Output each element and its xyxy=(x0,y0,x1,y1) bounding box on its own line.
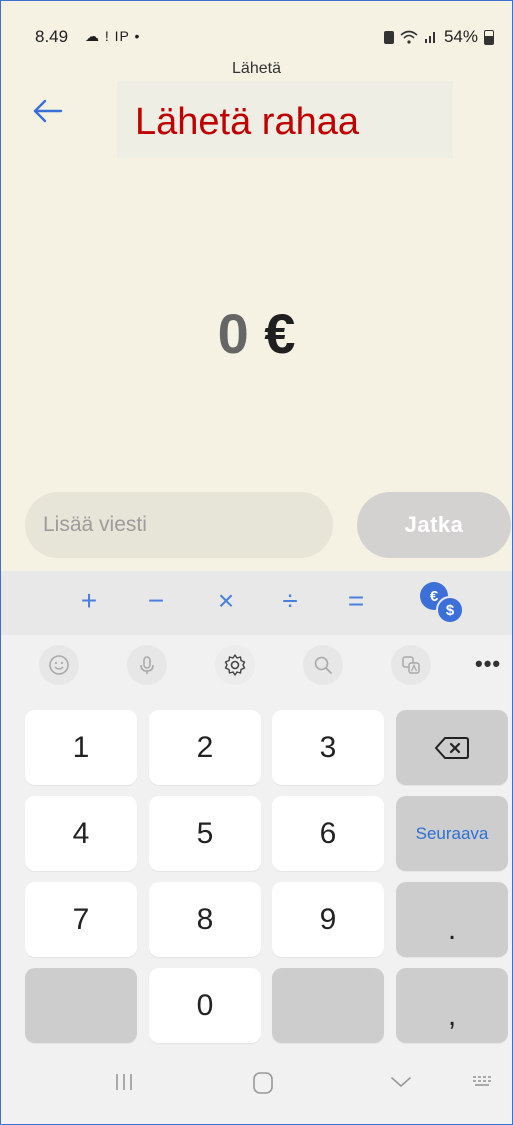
notification-icon xyxy=(383,30,394,44)
key-0[interactable]: 0 xyxy=(149,968,261,1043)
status-time: 8.49 xyxy=(35,27,69,46)
search-icon[interactable] xyxy=(303,645,343,685)
plus-key[interactable]: + xyxy=(69,585,109,617)
key-4[interactable]: 4 xyxy=(25,796,137,871)
hide-keyboard-icon[interactable] xyxy=(389,1071,413,1093)
keyboard-switch-icon[interactable] xyxy=(471,1071,495,1093)
empty-key-left xyxy=(25,968,137,1043)
key-6[interactable]: 6 xyxy=(272,796,384,871)
key-2[interactable]: 2 xyxy=(149,710,261,785)
emoji-icon[interactable] xyxy=(39,645,79,685)
overlay-title: Lähetä rahaa xyxy=(135,101,359,143)
battery-icon xyxy=(484,29,494,45)
microphone-icon[interactable] xyxy=(127,645,167,685)
recent-apps-icon[interactable] xyxy=(113,1071,135,1093)
backspace-key[interactable] xyxy=(396,710,508,785)
calculator-row: + − × ÷ = € $ xyxy=(1,571,512,635)
battery-percent: 54% xyxy=(443,27,478,46)
key-7[interactable]: 7 xyxy=(25,882,137,957)
back-arrow-icon[interactable] xyxy=(31,94,65,128)
signal-icon xyxy=(424,32,435,43)
keyboard-toolbar: ••• xyxy=(1,635,512,695)
home-icon[interactable] xyxy=(251,1071,275,1095)
amount-display[interactable]: 0 € xyxy=(1,301,512,366)
key-3[interactable]: 3 xyxy=(272,710,384,785)
key-5[interactable]: 5 xyxy=(149,796,261,871)
settings-icon[interactable] xyxy=(215,645,255,685)
key-1[interactable]: 1 xyxy=(25,710,137,785)
status-right-group: 54% xyxy=(383,27,494,47)
dollar-coin-icon: $ xyxy=(436,596,464,624)
status-notification-icons: ☁ ! IP • xyxy=(85,28,141,44)
key-9[interactable]: 9 xyxy=(272,882,384,957)
more-options-icon[interactable]: ••• xyxy=(475,651,501,677)
comma-key[interactable]: , xyxy=(396,968,508,1043)
empty-key-right xyxy=(272,968,384,1043)
amount-currency: € xyxy=(264,302,296,365)
divide-key[interactable]: ÷ xyxy=(270,585,310,617)
app-screen: 8.49 ☁ ! IP • 54% Lähetä Lähetä rahaa 0 … xyxy=(0,0,513,1125)
next-key[interactable]: Seuraava xyxy=(396,796,508,871)
page-title: Lähetä xyxy=(232,60,281,77)
multiply-key[interactable]: × xyxy=(206,585,246,617)
backspace-icon xyxy=(435,736,469,759)
translate-icon[interactable] xyxy=(391,645,431,685)
dot-key[interactable]: . xyxy=(396,882,508,957)
amount-value: 0 xyxy=(217,302,249,365)
message-input[interactable] xyxy=(25,492,333,558)
currency-converter-icon[interactable]: € $ xyxy=(420,582,468,626)
continue-button[interactable]: Jatka xyxy=(357,492,511,558)
minus-key[interactable]: − xyxy=(136,585,176,617)
system-navigation-bar xyxy=(1,1041,512,1124)
key-8[interactable]: 8 xyxy=(149,882,261,957)
wifi-icon xyxy=(400,30,418,44)
equals-key[interactable]: = xyxy=(336,585,376,617)
